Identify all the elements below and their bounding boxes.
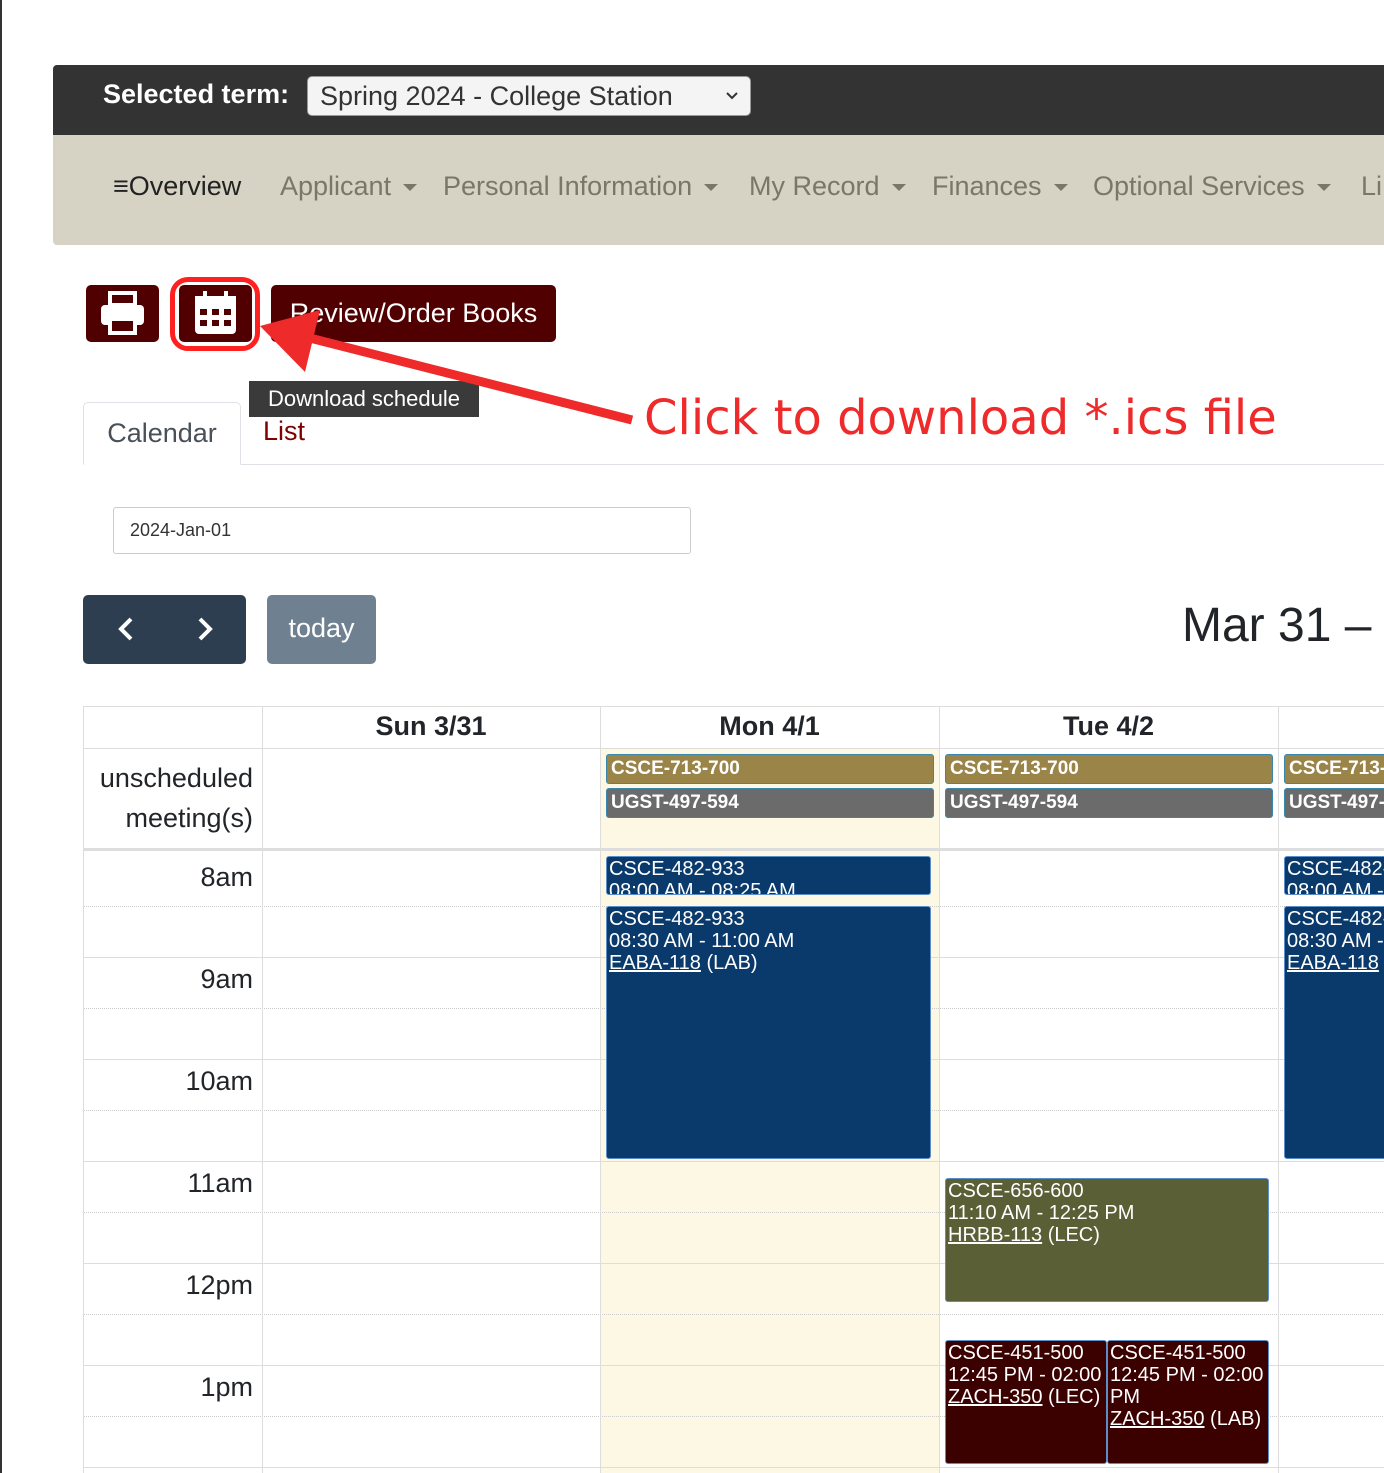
caret-down-icon [891,184,906,192]
calendar-event[interactable]: CSCE-482-933 08:30 AM - 11:00 AM EABA-11… [606,906,931,1159]
time-label: 8am [200,862,253,892]
room-link[interactable]: HRBB-113 [948,1224,1042,1246]
nav-finances[interactable]: Finances [932,171,1068,202]
review-order-books-button[interactable]: Review/Order Books [271,285,556,342]
nav-personal-information[interactable]: Personal Information [443,171,719,202]
calendar-grid: Sun 3/31 Mon 4/1 Tue 4/2 unscheduled mee… [83,706,1384,1473]
term-select[interactable]: Spring 2024 - College Station [307,76,751,116]
caret-down-icon [1316,184,1331,192]
calendar-event[interactable]: CSCE-451-500 12:45 PM - 02:00 ZACH-350 (… [945,1340,1107,1464]
annotation-text: Click to download *.ics file [644,390,1277,446]
print-button[interactable] [86,285,159,342]
grid-line [83,1161,1384,1162]
caret-down-icon [704,184,719,192]
allday-event[interactable]: UGST-497-594 [606,788,934,818]
calendar-event[interactable]: CSCE-451-500 12:45 PM - 02:00 PM ZACH-35… [1107,1340,1269,1464]
time-label: 10am [185,1066,253,1096]
allday-event[interactable]: UGST-497- [1284,788,1384,818]
prev-next-group [83,595,246,664]
grid-line [83,1467,1384,1468]
tabs-divider [83,464,1384,465]
allday-event[interactable]: UGST-497-594 [945,788,1273,818]
grid-line [600,706,601,1473]
allday-event[interactable]: CSCE-713- [1284,754,1384,784]
term-label: Selected term: [103,79,290,109]
time-label: 1pm [200,1372,253,1402]
term-select-value: Spring 2024 - College Station [320,81,673,111]
time-label: 12pm [185,1270,253,1300]
allday-event[interactable]: CSCE-713-700 [606,754,934,784]
caret-down-icon [403,184,418,192]
nav-my-record[interactable]: My Record [749,171,906,202]
tab-list[interactable]: List [263,416,305,447]
time-label: 9am [200,964,253,994]
download-schedule-tooltip: Download schedule [249,381,479,417]
nav-links[interactable]: Li [1361,171,1382,202]
unscheduled-label: unscheduled meeting(s) [99,763,253,833]
today-button[interactable]: today [267,595,376,664]
grid-line [262,706,263,1473]
room-link[interactable]: EABA-118 [1287,952,1379,974]
chevron-right-icon [198,617,213,641]
nav-overview[interactable]: ≡Overview [113,171,241,202]
grid-line [1278,706,1279,1473]
caret-down-icon [1053,184,1068,192]
grid-line [939,706,940,1473]
day-header-sun: Sun 3/31 [375,711,487,741]
calendar-event[interactable]: CSCE-482-933 08:00 AM - 08:25 AM [606,856,931,895]
room-link[interactable]: ZACH-350 [948,1386,1042,1408]
prev-button[interactable] [83,595,164,664]
printer-icon [101,291,144,335]
day-header-mon: Mon 4/1 [719,711,820,741]
day-header-tue: Tue 4/2 [1062,711,1155,741]
nav-applicant[interactable]: Applicant [280,171,418,202]
calendar-event[interactable]: CSCE-482- 08:30 AM - EABA-118 ( [1284,906,1384,1159]
term-bar: Selected term: Spring 2024 - College Sta… [53,65,1384,135]
nav-optional-services[interactable]: Optional Services [1093,171,1331,202]
download-schedule-button[interactable] [179,285,252,342]
hamburger-icon: ≡ [113,171,129,201]
next-button[interactable] [164,595,245,664]
grid-line [83,748,1384,749]
tab-calendar[interactable]: Calendar [83,402,241,465]
main-nav: ≡Overview Applicant Personal Information… [53,135,1384,245]
room-link[interactable]: EABA-118 [609,952,701,974]
range-title: Mar 31 – [1182,599,1372,652]
chevron-left-icon [118,617,133,641]
page: Selected term: Spring 2024 - College Sta… [0,0,1384,1473]
calendar-event[interactable]: CSCE-482- 08:00 AM - [1284,856,1384,895]
chevron-down-icon [724,77,740,128]
room-link[interactable]: ZACH-350 [1110,1408,1204,1430]
grid-line [83,1314,1384,1315]
time-label: 11am [187,1168,253,1198]
calendar-event[interactable]: CSCE-656-600 11:10 AM - 12:25 PM HRBB-11… [945,1178,1269,1302]
date-input[interactable]: 2024-Jan-01 [113,507,691,554]
grid-divider [83,848,1384,851]
calendar-icon [195,291,236,334]
allday-event[interactable]: CSCE-713-700 [945,754,1273,784]
